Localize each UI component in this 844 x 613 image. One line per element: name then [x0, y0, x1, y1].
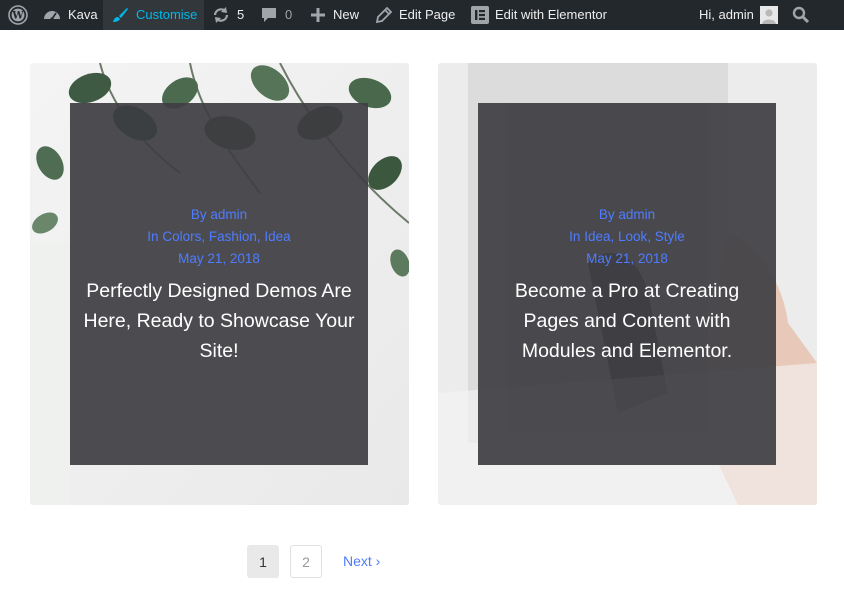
post-date[interactable]: May 21, 2018 [70, 251, 368, 266]
category-separator: , [201, 229, 209, 244]
pencil-icon [375, 6, 393, 24]
category-link[interactable]: Colors [162, 229, 201, 244]
post-overlay: By admin In Colors, Fashion, Idea May 21… [70, 103, 368, 465]
customise-menu[interactable]: Customise [103, 0, 204, 30]
post-card[interactable]: By admin In Idea, Look, Style May 21, 20… [438, 63, 817, 505]
comments-count: 0 [285, 7, 293, 22]
category-link[interactable]: Idea [584, 229, 610, 244]
post-categories: In Colors, Fashion, Idea [70, 229, 368, 244]
updates-menu[interactable]: 5 [211, 0, 244, 30]
category-separator: , [610, 229, 618, 244]
post-date[interactable]: May 21, 2018 [478, 251, 776, 266]
updates-icon [211, 5, 231, 25]
category-link[interactable]: Style [655, 229, 685, 244]
dashboard-icon [42, 5, 62, 25]
post-overlay: By admin In Idea, Look, Style May 21, 20… [478, 103, 776, 465]
avatar [759, 6, 778, 24]
svg-text:W: W [11, 11, 24, 22]
edit-with-elementor-link[interactable]: Edit with Elementor [471, 0, 607, 30]
site-name-label: Kava [68, 7, 98, 22]
pagination-next[interactable]: Next › [343, 545, 380, 578]
category-link[interactable]: Fashion [209, 229, 257, 244]
post-author[interactable]: By admin [478, 207, 776, 222]
customise-label: Customise [136, 7, 198, 22]
elementor-icon [471, 6, 489, 24]
post-title[interactable]: Become a Pro at Creating Pages and Conte… [488, 276, 766, 366]
edit-page-label: Edit Page [399, 7, 456, 22]
categories-prefix: In [569, 229, 581, 244]
category-link[interactable]: Look [618, 229, 647, 244]
site-name-menu[interactable]: Kava [42, 0, 98, 30]
admin-bar: W Kava Customise 5 0 New Edit Page Edit … [0, 0, 844, 30]
plus-icon [310, 7, 326, 23]
search-icon[interactable] [792, 0, 810, 30]
pagination-page[interactable]: 2 [290, 545, 322, 578]
post-categories: In Idea, Look, Style [478, 229, 776, 244]
paintbrush-icon [111, 6, 129, 24]
my-account-menu[interactable]: Hi, admin [699, 0, 778, 30]
edit-page-link[interactable]: Edit Page [375, 0, 455, 30]
wordpress-logo-icon[interactable]: W [8, 0, 30, 30]
pagination-page-current[interactable]: 1 [247, 545, 279, 578]
category-separator: , [647, 229, 655, 244]
comments-menu[interactable]: 0 [260, 0, 292, 30]
categories-prefix: In [147, 229, 159, 244]
new-label: New [333, 7, 360, 22]
post-author[interactable]: By admin [70, 207, 368, 222]
edit-elementor-label: Edit with Elementor [495, 7, 607, 22]
post-title[interactable]: Perfectly Designed Demos Are Here, Ready… [80, 276, 358, 366]
greeting-label: Hi, admin [699, 7, 754, 22]
comment-icon [260, 6, 278, 24]
updates-count: 5 [237, 7, 245, 22]
new-content-menu[interactable]: New [310, 0, 359, 30]
category-link[interactable]: Idea [264, 229, 290, 244]
post-card[interactable]: By admin In Colors, Fashion, Idea May 21… [30, 63, 409, 505]
